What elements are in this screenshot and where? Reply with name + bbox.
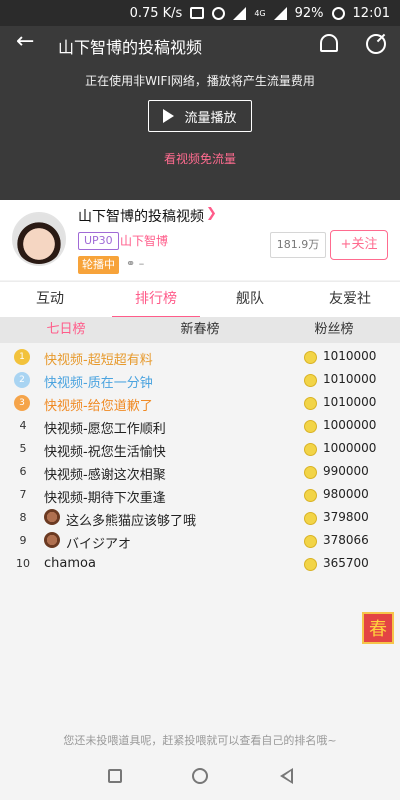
ranking-name: 快视频-祝您生活愉快 [44,445,166,460]
rank-medal-icon: 1 [14,349,30,365]
play-label: 流量播放 [184,110,237,126]
avatar[interactable] [12,212,66,266]
user-avatar [44,509,60,525]
ranking-row[interactable]: 5 快视频-祝您生活愉快 1000000 [0,438,400,461]
online-count: ⚭ – [126,257,144,270]
rank-number: 6 [19,465,27,478]
level-badge: UP30 [78,232,119,250]
coin-icon [304,374,317,387]
ranking-score: 1010000 [323,395,377,409]
home-icon[interactable] [192,768,208,784]
ranking-score: 1010000 [323,372,377,386]
ranking-name: 这么多熊猫应该够了哦 [66,514,197,529]
coin-icon [304,535,317,548]
ranking-name: 快视频-给您道歉了 [44,399,153,414]
ranking-name: 快视频-感谢这次相聚 [44,468,166,483]
ranking-name: 快视频-超短超有料 [44,353,153,368]
recent-apps-icon[interactable] [108,769,122,783]
online-count-value: – [138,257,145,270]
rank-number: 4 [19,419,27,432]
coin-icon [304,558,317,571]
alarm-icon[interactable] [320,34,338,52]
tab-fleet[interactable]: 舰队 [210,282,290,318]
tab-ranking[interactable]: 排行榜 [112,282,200,318]
ranking-row[interactable]: 1 快视频-超短超有料 1010000 [0,346,400,369]
fans-count: 181.9万 [270,232,326,258]
battery-level: 92% [294,5,324,21]
ranking-row[interactable]: 9 バイジアオ 378066 [0,530,400,553]
people-icon: ⚭ [126,257,136,270]
coin-icon [304,351,317,364]
ranking-score: 990000 [323,464,369,478]
subtab-fans[interactable]: 粉丝榜 [288,317,380,343]
data-play-button[interactable]: 流量播放 [148,100,252,132]
video-player[interactable]: ← 山下智博的投稿视频 正在使用非WIFI网络，播放将产生流量费用 流量播放 看… [0,26,400,200]
ranking-row[interactable]: 6 快视频-感谢这次相聚 990000 [0,461,400,484]
ranking-score: 379800 [323,510,369,524]
coin-icon [304,420,317,433]
chevron-right-icon[interactable]: ❯ [206,206,217,221]
ranking-row[interactable]: 4 快视频-愿您工作顺利 1000000 [0,415,400,438]
ranking-score: 365700 [323,556,369,570]
ranking-name: 快视频-期待下次重逢 [44,491,166,506]
wifi-signal-icon [233,6,247,20]
ranking-subtabs: 七日榜 新春榜 粉丝榜 [0,317,400,343]
spring-festival-badge[interactable]: 春 [362,612,394,644]
ranking-score: 378066 [323,533,369,547]
clock: 12:01 [352,5,390,21]
alarm-icon [212,6,226,20]
follow-button[interactable]: +关注 [330,230,388,260]
ranking-score: 980000 [323,487,369,501]
rank-number: 9 [19,534,27,547]
free-flow-link[interactable]: 看视频免流量 [0,150,400,167]
rank-number: 7 [19,488,27,501]
network-type: 4G [254,8,266,18]
ranking-row[interactable]: 8 这么多熊猫应该够了哦 379800 [0,507,400,530]
ranking-name: 快视频-愿您工作顺利 [44,422,166,437]
channel-title[interactable]: 山下智博的投稿视频 [78,206,204,226]
feed-hint: 您还未投喂道具呢，赶紧投喂就可以查看自己的排名哦~ [63,734,337,747]
ranking-row[interactable]: 2 快视频-质在一分钟 1010000 [0,369,400,392]
rank-medal-icon: 3 [14,395,30,411]
rank-number: 5 [19,442,27,455]
main-tabs: 互动 排行榜 舰队 友爱社 [0,281,400,318]
back-arrow-icon[interactable]: ← [16,31,34,53]
uploader-name[interactable]: 山下智博 [120,232,168,250]
ranking-row[interactable]: 3 快视频-给您道歉了 1010000 [0,392,400,415]
data-saver-icon [190,7,205,19]
ranking-score: 1000000 [323,441,377,455]
uploader-section: 山下智博的投稿视频 ❯ UP30 山下智博 轮播中 ⚭ – 181.9万 +关注 [0,200,400,280]
coin-icon [304,397,317,410]
ranking-row[interactable]: 7 快视频-期待下次重逢 980000 [0,484,400,507]
subtab-weekly[interactable]: 七日榜 [20,317,112,343]
cell-signal-icon [273,6,287,20]
ranking-score: 1010000 [323,349,377,363]
video-title: 山下智博的投稿视频 [58,38,203,57]
ranking-name: 快视频-质在一分钟 [44,376,153,391]
back-icon[interactable] [280,768,293,784]
rank-number: 8 [19,511,27,524]
user-avatar [44,532,60,548]
ranking-row[interactable]: 10 chamoa 365700 [0,553,400,576]
ranking-name: chamoa [44,556,96,571]
share-icon[interactable] [366,34,386,54]
network-notice: 正在使用非WIFI网络，播放将产生流量费用 [85,74,315,88]
coin-icon [304,466,317,479]
play-icon [163,109,175,123]
rank-number: 10 [16,557,30,570]
ranking-name: バイジアオ [66,537,132,552]
tab-club[interactable]: 友爱社 [310,282,390,318]
coin-icon [304,443,317,456]
battery-icon [331,6,345,20]
coin-icon [304,512,317,525]
ranking-score: 1000000 [323,418,377,432]
status-bar: 0.75 K/s 4G 92% 12:01 [0,0,400,26]
subtab-new-year[interactable]: 新春榜 [154,317,246,343]
coin-icon [304,489,317,502]
network-speed: 0.75 K/s [129,5,183,21]
tab-interaction[interactable]: 互动 [10,282,90,318]
rank-medal-icon: 2 [14,372,30,388]
navigation-bar [0,754,400,800]
live-status-badge: 轮播中 [78,256,119,274]
